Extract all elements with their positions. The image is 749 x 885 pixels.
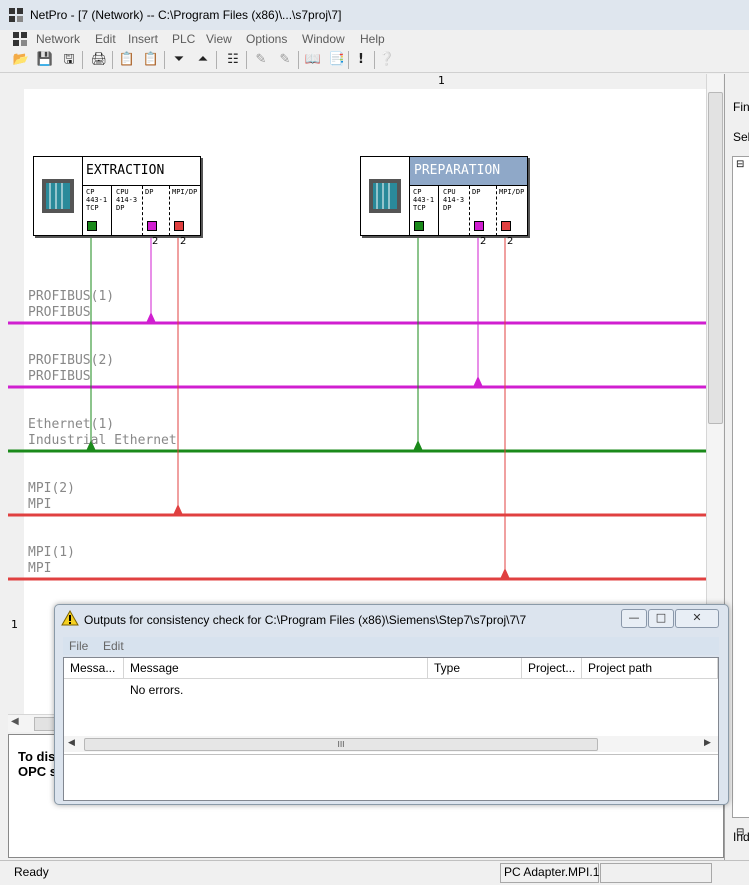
table-scroll-thumb[interactable]: III [84, 738, 598, 751]
close-button[interactable]: ✕ [675, 609, 719, 628]
module-dp[interactable]: DP [472, 188, 480, 196]
port-number: 2 [507, 236, 514, 247]
row-message: No errors. [130, 683, 184, 697]
station-name: EXTRACTION [86, 163, 165, 178]
network-name: MPI(1) [28, 545, 75, 560]
network-type: MPI [28, 497, 52, 512]
network-label[interactable]: MPI(2) MPI [28, 481, 75, 513]
network-name: PROFIBUS(2) [28, 353, 115, 368]
tree-collapse-icon[interactable]: ⊟ [736, 159, 744, 170]
selection-label: Sele [733, 130, 749, 144]
network-label[interactable]: MPI(1) MPI [28, 545, 75, 577]
column-header-project[interactable]: Project... [522, 658, 582, 678]
results-table: Messa... Message Type Project... Project… [63, 657, 719, 801]
dialog-menu-file[interactable]: File [69, 639, 88, 653]
dialog-menu-bar: File Edit [63, 637, 719, 655]
scroll-left-arrow-icon[interactable]: ◀ [68, 738, 75, 748]
network-type: PROFIBUS [28, 305, 91, 320]
warning-icon [61, 609, 79, 629]
network-label[interactable]: Ethernet(1) Industrial Ethernet [28, 417, 177, 449]
port-number: 2 [480, 236, 487, 247]
minimize-button[interactable]: — [621, 609, 647, 628]
module-dp[interactable]: DP [145, 188, 153, 196]
profibus-port[interactable] [474, 221, 484, 231]
table-horizontal-scrollbar[interactable]: ◀ III ▶ [64, 736, 718, 752]
module-cpu[interactable]: CPU 414-3 DP [116, 188, 137, 212]
module-cp[interactable]: CP 443-1 TCP [413, 188, 434, 212]
network-type: MPI [28, 561, 52, 576]
network-label[interactable]: PROFIBUS(1) PROFIBUS [28, 289, 114, 321]
port-number: 2 [180, 236, 187, 247]
column-header-message[interactable]: Message [124, 658, 428, 678]
module-cp[interactable]: CP 443-1 TCP [86, 188, 107, 212]
module-mpi-dp[interactable]: MPI/DP [499, 188, 524, 196]
station-rack-icon [34, 157, 83, 235]
status-bar: Ready PC Adapter.MPI.1 [0, 860, 749, 885]
station-rack-icon [361, 157, 410, 235]
consistency-check-dialog[interactable]: Outputs for consistency check for C:\Pro… [54, 604, 729, 805]
mpi-port[interactable] [501, 221, 511, 231]
info-line: To dis [18, 749, 56, 764]
module-mpi-dp[interactable]: MPI/DP [172, 188, 197, 196]
network-name: PROFIBUS(1) [28, 289, 115, 304]
column-header-project-path[interactable]: Project path [582, 658, 718, 678]
port-number: 2 [152, 236, 159, 247]
column-header-message-no[interactable]: Messa... [64, 658, 124, 678]
network-label[interactable]: PROFIBUS(2) PROFIBUS [28, 353, 114, 385]
mpi-port[interactable] [174, 221, 184, 231]
station-name: PREPARATION [414, 163, 501, 178]
network-type: Industrial Ethernet [28, 433, 177, 448]
scroll-left-arrow-icon[interactable]: ◀ [11, 716, 19, 727]
column-header-type[interactable]: Type [428, 658, 522, 678]
vertical-scroll-thumb[interactable] [708, 92, 723, 424]
find-label[interactable]: Find [733, 100, 749, 114]
ethernet-port[interactable] [87, 221, 97, 231]
network-name: MPI(2) [28, 481, 75, 496]
network-type: PROFIBUS [28, 369, 91, 384]
network-name: Ethernet(1) [28, 417, 115, 432]
dialog-title: Outputs for consistency check for C:\Pro… [84, 613, 527, 627]
ethernet-port[interactable] [414, 221, 424, 231]
adapter-status: PC Adapter.MPI.1 [504, 865, 600, 879]
info-line: OPC s [18, 764, 58, 779]
table-row[interactable]: No errors. [64, 680, 718, 698]
station-preparation[interactable]: PREPARATION CP 443-1 TCP CPU 414-3 DP DP… [360, 156, 528, 236]
status-text: Ready [14, 865, 49, 879]
dialog-menu-edit[interactable]: Edit [103, 639, 124, 653]
catalog-tree[interactable]: ⊟ ⊟ [732, 156, 749, 838]
profibus-port[interactable] [147, 221, 157, 231]
index-label: Ind [733, 830, 749, 844]
maximize-button[interactable]: □ [648, 609, 674, 628]
station-extraction[interactable]: EXTRACTION CP 443-1 TCP CPU 414-3 DP DP … [33, 156, 201, 236]
module-cpu[interactable]: CPU 414-3 DP [443, 188, 464, 212]
scroll-right-arrow-icon[interactable]: ▶ [704, 738, 711, 748]
